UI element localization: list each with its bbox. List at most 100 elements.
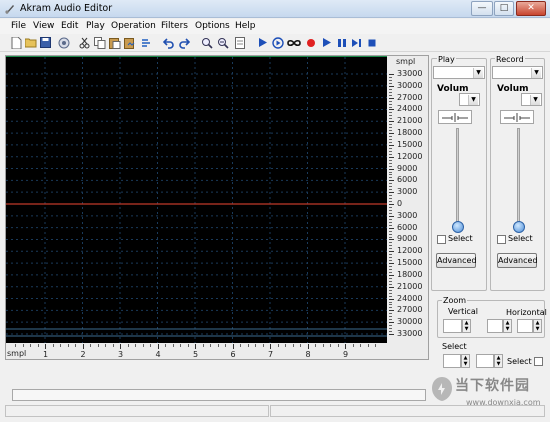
- record-volume-slider[interactable]: [513, 221, 525, 233]
- pause-icon[interactable]: [335, 36, 348, 49]
- menu-file[interactable]: File: [11, 21, 26, 31]
- minimize-button[interactable]: —: [471, 1, 493, 16]
- x-minor-tick: [285, 344, 286, 347]
- play-selection-icon[interactable]: [271, 36, 284, 49]
- y-minor-tick: [389, 224, 392, 226]
- x-minor-tick: [37, 344, 39, 347]
- record-icon[interactable]: [304, 36, 317, 49]
- y-minor-tick: [389, 230, 392, 232]
- play-from-cursor-icon[interactable]: [320, 36, 333, 49]
- y-tick-mark: [389, 133, 394, 135]
- y-tick-mark: [389, 168, 394, 170]
- x-tick-mark: [195, 344, 196, 349]
- horizontal-scrollbar[interactable]: [12, 389, 426, 401]
- stop-icon[interactable]: [365, 36, 378, 49]
- x-minor-tick: [202, 344, 204, 347]
- play-advanced-button[interactable]: Advanced: [436, 253, 477, 268]
- zoom-vertical-spinner[interactable]: ▲ ▼: [462, 319, 471, 333]
- y-minor-tick: [389, 209, 392, 211]
- y-tick-mark: [389, 97, 394, 99]
- record-volume-select[interactable]: ▼: [521, 93, 542, 106]
- x-minor-tick: [225, 344, 226, 347]
- zoom-fit-icon[interactable]: [233, 36, 246, 49]
- play-volume-select[interactable]: ▼: [459, 93, 480, 106]
- watermark-url: www.downxia.com: [466, 398, 541, 407]
- waveform-canvas[interactable]: [6, 57, 387, 343]
- x-minor-tick: [142, 344, 144, 347]
- y-tick-mark: [389, 85, 394, 87]
- play-group-title: Play: [437, 55, 456, 64]
- play-volume-track: [456, 128, 459, 228]
- y-minor-tick: [389, 130, 392, 132]
- undo-icon[interactable]: [162, 36, 175, 49]
- y-minor-tick: [389, 260, 392, 262]
- x-tick-mark: [307, 344, 309, 349]
- x-minor-tick: [150, 344, 151, 347]
- maximize-button[interactable]: □: [494, 1, 514, 16]
- zoom-horizontal-spinner-2[interactable]: ▲ ▼: [533, 319, 542, 333]
- record-balance-control[interactable]: [500, 110, 534, 124]
- y-minor-tick: [389, 88, 392, 90]
- y-minor-tick: [389, 141, 392, 143]
- open-icon[interactable]: [24, 36, 37, 49]
- menu-help[interactable]: Help: [235, 21, 256, 31]
- y-minor-tick: [389, 316, 392, 318]
- mix-paste-icon[interactable]: [123, 36, 136, 49]
- save-icon[interactable]: [39, 36, 52, 49]
- y-minor-tick: [389, 118, 392, 120]
- play-device-select[interactable]: ▼: [433, 66, 485, 79]
- copy-icon[interactable]: [93, 36, 106, 49]
- close-button[interactable]: ✕: [516, 1, 546, 16]
- redo-icon[interactable]: [177, 36, 190, 49]
- record-select-checkbox[interactable]: [497, 235, 506, 244]
- select-end-input[interactable]: [476, 354, 494, 368]
- x-minor-tick: [315, 344, 316, 347]
- select-start-spinner[interactable]: ▲ ▼: [461, 354, 470, 368]
- record-advanced-button[interactable]: Advanced: [497, 253, 538, 268]
- record-settings-icon[interactable]: [57, 36, 70, 49]
- x-minor-tick: [67, 344, 69, 347]
- menu-view[interactable]: View: [33, 21, 54, 31]
- menu-operation[interactable]: Operation: [111, 21, 156, 31]
- menu-play[interactable]: Play: [86, 21, 105, 31]
- y-tick-mark: [389, 180, 394, 182]
- y-minor-tick: [389, 313, 392, 315]
- play-balance-control[interactable]: [438, 110, 472, 124]
- zoom-horizontal-input-1[interactable]: [487, 319, 503, 333]
- x-tick-mark: [270, 344, 271, 349]
- zoom-title: Zoom: [442, 296, 468, 305]
- cut-icon[interactable]: [78, 36, 91, 49]
- y-unit-label: smpl: [396, 57, 416, 66]
- menu-filters[interactable]: Filters: [161, 21, 188, 31]
- loop-icon[interactable]: [287, 36, 301, 49]
- menu-edit[interactable]: Edit: [61, 21, 78, 31]
- zoom-in-icon[interactable]: [200, 36, 213, 49]
- y-tick-label: 33000: [397, 69, 423, 78]
- y-minor-tick: [389, 218, 392, 220]
- select-end-spinner[interactable]: ▲ ▼: [494, 354, 503, 368]
- record-device-select[interactable]: ▼: [492, 66, 543, 79]
- paste-icon[interactable]: [108, 36, 121, 49]
- y-tick-mark: [389, 263, 394, 265]
- x-tick-mark: [120, 344, 121, 349]
- play-select-checkbox[interactable]: [437, 235, 446, 244]
- menu-options[interactable]: Options: [195, 21, 230, 31]
- play-volume-slider[interactable]: [452, 221, 464, 233]
- play-to-end-icon[interactable]: [350, 36, 363, 49]
- zoom-vertical-input[interactable]: [443, 319, 462, 333]
- zoom-horizontal-spinner-1[interactable]: ▲ ▼: [503, 319, 512, 333]
- zoom-horizontal-label: Horizontal: [506, 308, 547, 317]
- y-tick-label: 6000: [397, 222, 418, 232]
- x-minor-tick: [172, 344, 174, 347]
- new-icon[interactable]: [10, 36, 23, 49]
- mix-icon[interactable]: [139, 36, 152, 49]
- play-icon[interactable]: [256, 36, 269, 49]
- select-start-input[interactable]: [443, 354, 461, 368]
- y-tick-label: 33000: [397, 329, 423, 338]
- y-tick-mark: [389, 121, 394, 123]
- select-checkbox[interactable]: [534, 357, 543, 366]
- zoom-horizontal-input-2[interactable]: [517, 319, 533, 333]
- x-minor-tick: [262, 344, 264, 347]
- zoom-out-icon[interactable]: [216, 36, 229, 49]
- x-minor-tick: [135, 344, 136, 347]
